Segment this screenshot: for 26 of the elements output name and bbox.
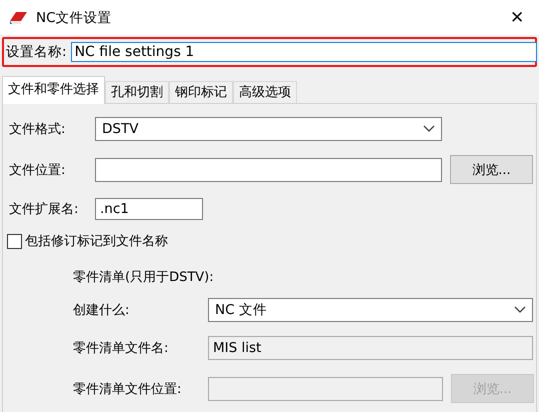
file-location-label: 文件位置:: [9, 162, 66, 178]
chevron-icon: [423, 125, 435, 133]
app-icon: [8, 10, 28, 24]
chevron-icon: [514, 306, 526, 314]
close-button[interactable]: ✕: [495, 0, 539, 35]
tab[interactable]: 文件和零件选择: [2, 76, 105, 104]
create-what-dropdown[interactable]: NC 文件: [208, 298, 533, 322]
file-extension-label: 文件扩展名:: [9, 201, 80, 218]
include-revision-label: 包括修订标记到文件名称: [25, 233, 168, 250]
tab[interactable]: 高级选项: [233, 81, 297, 103]
file-extension-field[interactable]: .nc1: [95, 198, 203, 220]
window-title: NC文件设置: [36, 8, 113, 26]
checkbox[interactable]: [7, 234, 22, 248]
tab[interactable]: 孔和切割: [105, 81, 169, 103]
file-format-dropdown[interactable]: DSTV: [95, 117, 442, 141]
create-what-label: 创建什么:: [73, 302, 130, 319]
parts-list-location-label: 零件清单文件位置:: [73, 380, 182, 398]
setting-name-label: 设置名称:: [5, 43, 67, 61]
setting-name-field[interactable]: NC file settings 1: [70, 42, 537, 62]
parts-list-file-name-label: 零件清单文件名:: [73, 340, 170, 357]
browse-button[interactable]: 浏览...: [450, 155, 533, 184]
tab[interactable]: 钢印标记: [169, 81, 233, 103]
parts-list-heading: 零件清单(只用于DSTV):: [73, 269, 215, 286]
file-format-label: 文件格式:: [9, 121, 66, 138]
file-location-field[interactable]: [95, 158, 442, 182]
parts-list-file-name-field[interactable]: MIS list: [208, 336, 533, 360]
